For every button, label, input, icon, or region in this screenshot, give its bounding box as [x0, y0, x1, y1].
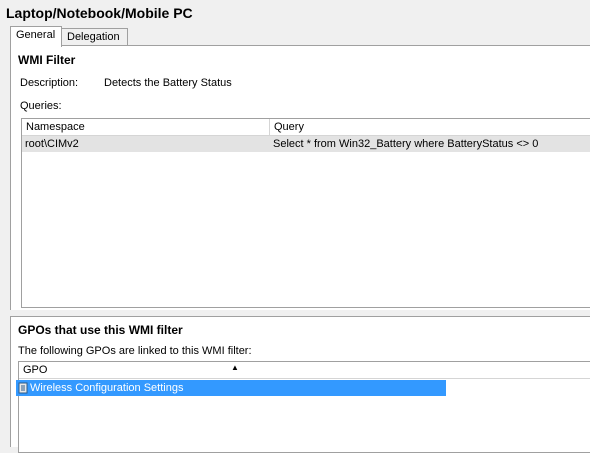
- query-cell: Select * from Win32_Battery where Batter…: [273, 138, 539, 150]
- gpo-name: Wireless Configuration Settings: [30, 382, 184, 394]
- window-title: Laptop/Notebook/Mobile PC: [6, 5, 193, 21]
- tab-general[interactable]: General: [10, 26, 62, 47]
- queries-label: Queries:: [20, 100, 62, 112]
- sort-ascending-icon: ▲: [231, 363, 239, 372]
- list-item[interactable]: Wireless Configuration Settings: [16, 380, 446, 396]
- gpos-heading: GPOs that use this WMI filter: [18, 323, 183, 337]
- queries-table: Namespace Query root\CIMv2 Select * from…: [21, 118, 590, 308]
- description-value: Detects the Battery Status: [104, 77, 232, 89]
- description-label: Description:: [20, 77, 79, 89]
- wmi-filter-heading: WMI Filter: [18, 53, 76, 67]
- gpo-table: GPO ▲: [18, 361, 590, 453]
- table-row[interactable]: root\CIMv2 Select * from Win32_Battery w…: [22, 136, 590, 152]
- gpos-subtitle: The following GPOs are linked to this WM…: [18, 345, 252, 357]
- general-panel: WMI Filter Description: Detects the Batt…: [10, 45, 590, 311]
- queries-table-header: Namespace Query: [22, 119, 590, 136]
- column-namespace[interactable]: Namespace: [22, 119, 268, 135]
- gpo-scroll-icon: [18, 382, 28, 394]
- gpo-table-header: GPO ▲: [19, 362, 590, 379]
- namespace-cell: root\CIMv2: [25, 138, 79, 150]
- gpo-panel: GPOs that use this WMI filter The follow…: [10, 316, 590, 453]
- tab-delegation[interactable]: Delegation: [61, 28, 128, 46]
- column-query[interactable]: Query: [269, 119, 590, 135]
